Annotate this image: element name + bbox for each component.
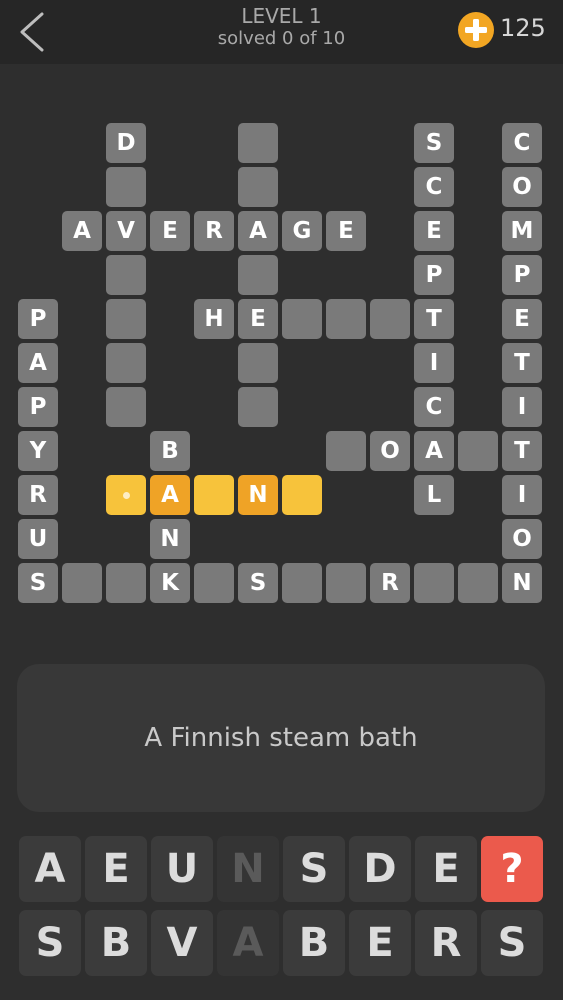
grid-cell-r8c5[interactable]: N — [238, 475, 278, 515]
grid-cell-r5c2[interactable] — [106, 343, 146, 383]
hint-button[interactable]: ? — [481, 836, 543, 902]
grid-cell-r10c10[interactable] — [458, 563, 498, 603]
grid-cell-r10c4[interactable] — [194, 563, 234, 603]
top-bar: LEVEL 1 solved 0 of 10 125 — [0, 0, 563, 64]
grid-cell-r3c5[interactable] — [238, 255, 278, 295]
grid-cell-r10c0[interactable]: S — [18, 563, 58, 603]
grid-cell-r4c8[interactable] — [370, 299, 410, 339]
grid-cell-r9c0[interactable]: U — [18, 519, 58, 559]
key-r[interactable]: R — [415, 910, 477, 976]
grid-cell-r10c9[interactable] — [414, 563, 454, 603]
grid-cell-r7c8[interactable]: O — [370, 431, 410, 471]
grid-cell-r2c11[interactable]: M — [502, 211, 542, 251]
grid-cell-r8c2[interactable] — [106, 475, 146, 515]
grid-cell-r4c4[interactable]: H — [194, 299, 234, 339]
grid-cell-r7c11[interactable]: T — [502, 431, 542, 471]
key-b[interactable]: B — [85, 910, 147, 976]
grid-cell-r8c9[interactable]: L — [414, 475, 454, 515]
grid-cell-r4c9[interactable]: T — [414, 299, 454, 339]
grid-cell-r2c1[interactable]: A — [62, 211, 102, 251]
key-s[interactable]: S — [19, 910, 81, 976]
grid-cell-r0c9[interactable]: S — [414, 123, 454, 163]
grid-cell-r8c6[interactable] — [282, 475, 322, 515]
grid-cell-r1c11[interactable]: O — [502, 167, 542, 207]
grid-cell-r8c0[interactable]: R — [18, 475, 58, 515]
clue-text: A Finnish steam bath — [144, 723, 418, 753]
grid-cell-r1c9[interactable]: C — [414, 167, 454, 207]
key-e[interactable]: E — [85, 836, 147, 902]
grid-cell-r7c3[interactable]: B — [150, 431, 190, 471]
grid-cell-r7c9[interactable]: A — [414, 431, 454, 471]
cursor-dot — [122, 491, 130, 499]
key-s[interactable]: S — [283, 836, 345, 902]
key-e[interactable]: E — [415, 836, 477, 902]
grid-cell-r10c11[interactable]: N — [502, 563, 542, 603]
grid-cell-r6c9[interactable]: C — [414, 387, 454, 427]
grid-cell-r3c2[interactable] — [106, 255, 146, 295]
grid-cell-r2c6[interactable]: G — [282, 211, 322, 251]
grid-cell-r6c0[interactable]: P — [18, 387, 58, 427]
grid-cell-r2c7[interactable]: E — [326, 211, 366, 251]
grid-cell-r4c5[interactable]: E — [238, 299, 278, 339]
grid-cell-r2c4[interactable]: R — [194, 211, 234, 251]
key-d[interactable]: D — [349, 836, 411, 902]
grid-cell-r5c11[interactable]: T — [502, 343, 542, 383]
grid-cell-r9c3[interactable]: N — [150, 519, 190, 559]
clue-panel: A Finnish steam bath — [17, 664, 545, 812]
key-s[interactable]: S — [481, 910, 543, 976]
key-a[interactable]: A — [217, 910, 279, 976]
grid-cell-r5c5[interactable] — [238, 343, 278, 383]
grid-cell-r3c9[interactable]: P — [414, 255, 454, 295]
key-e[interactable]: E — [349, 910, 411, 976]
grid-cell-r5c9[interactable]: I — [414, 343, 454, 383]
grid-cell-r9c11[interactable]: O — [502, 519, 542, 559]
grid-cell-r10c3[interactable]: K — [150, 563, 190, 603]
grid-cell-r7c0[interactable]: Y — [18, 431, 58, 471]
grid-cell-r0c2[interactable]: D — [106, 123, 146, 163]
key-u[interactable]: U — [151, 836, 213, 902]
grid-cell-r10c7[interactable] — [326, 563, 366, 603]
grid-cell-r6c11[interactable]: I — [502, 387, 542, 427]
key-v[interactable]: V — [151, 910, 213, 976]
grid-cell-r7c10[interactable] — [458, 431, 498, 471]
grid-cell-r2c9[interactable]: E — [414, 211, 454, 251]
grid-cell-r2c2[interactable]: V — [106, 211, 146, 251]
coin-count: 125 — [500, 14, 546, 42]
grid-cell-r0c5[interactable] — [238, 123, 278, 163]
grid-cell-r4c0[interactable]: P — [18, 299, 58, 339]
grid-cell-r6c5[interactable] — [238, 387, 278, 427]
grid-cell-r7c7[interactable] — [326, 431, 366, 471]
grid-cell-r10c6[interactable] — [282, 563, 322, 603]
grid-cell-r4c11[interactable]: E — [502, 299, 542, 339]
add-coins-button[interactable] — [458, 12, 494, 48]
grid-cell-r8c11[interactable]: I — [502, 475, 542, 515]
grid-cell-r4c2[interactable] — [106, 299, 146, 339]
grid-cell-r1c5[interactable] — [238, 167, 278, 207]
grid-cell-r10c1[interactable] — [62, 563, 102, 603]
key-n[interactable]: N — [217, 836, 279, 902]
grid-cell-r3c11[interactable]: P — [502, 255, 542, 295]
grid-cell-r2c3[interactable]: E — [150, 211, 190, 251]
grid-cell-r2c5[interactable]: A — [238, 211, 278, 251]
grid-cell-r8c3[interactable]: A — [150, 475, 190, 515]
grid-cell-r10c5[interactable]: S — [238, 563, 278, 603]
grid-cell-r10c2[interactable] — [106, 563, 146, 603]
plus-icon — [465, 19, 487, 41]
grid-cell-r4c7[interactable] — [326, 299, 366, 339]
grid-cell-r4c6[interactable] — [282, 299, 322, 339]
grid-cell-r6c2[interactable] — [106, 387, 146, 427]
grid-cell-r8c4[interactable] — [194, 475, 234, 515]
grid-cell-r1c2[interactable] — [106, 167, 146, 207]
grid-cell-r0c11[interactable]: C — [502, 123, 542, 163]
grid-cell-r10c8[interactable]: R — [370, 563, 410, 603]
key-b[interactable]: B — [283, 910, 345, 976]
grid-cell-r5c0[interactable]: A — [18, 343, 58, 383]
key-a[interactable]: A — [19, 836, 81, 902]
